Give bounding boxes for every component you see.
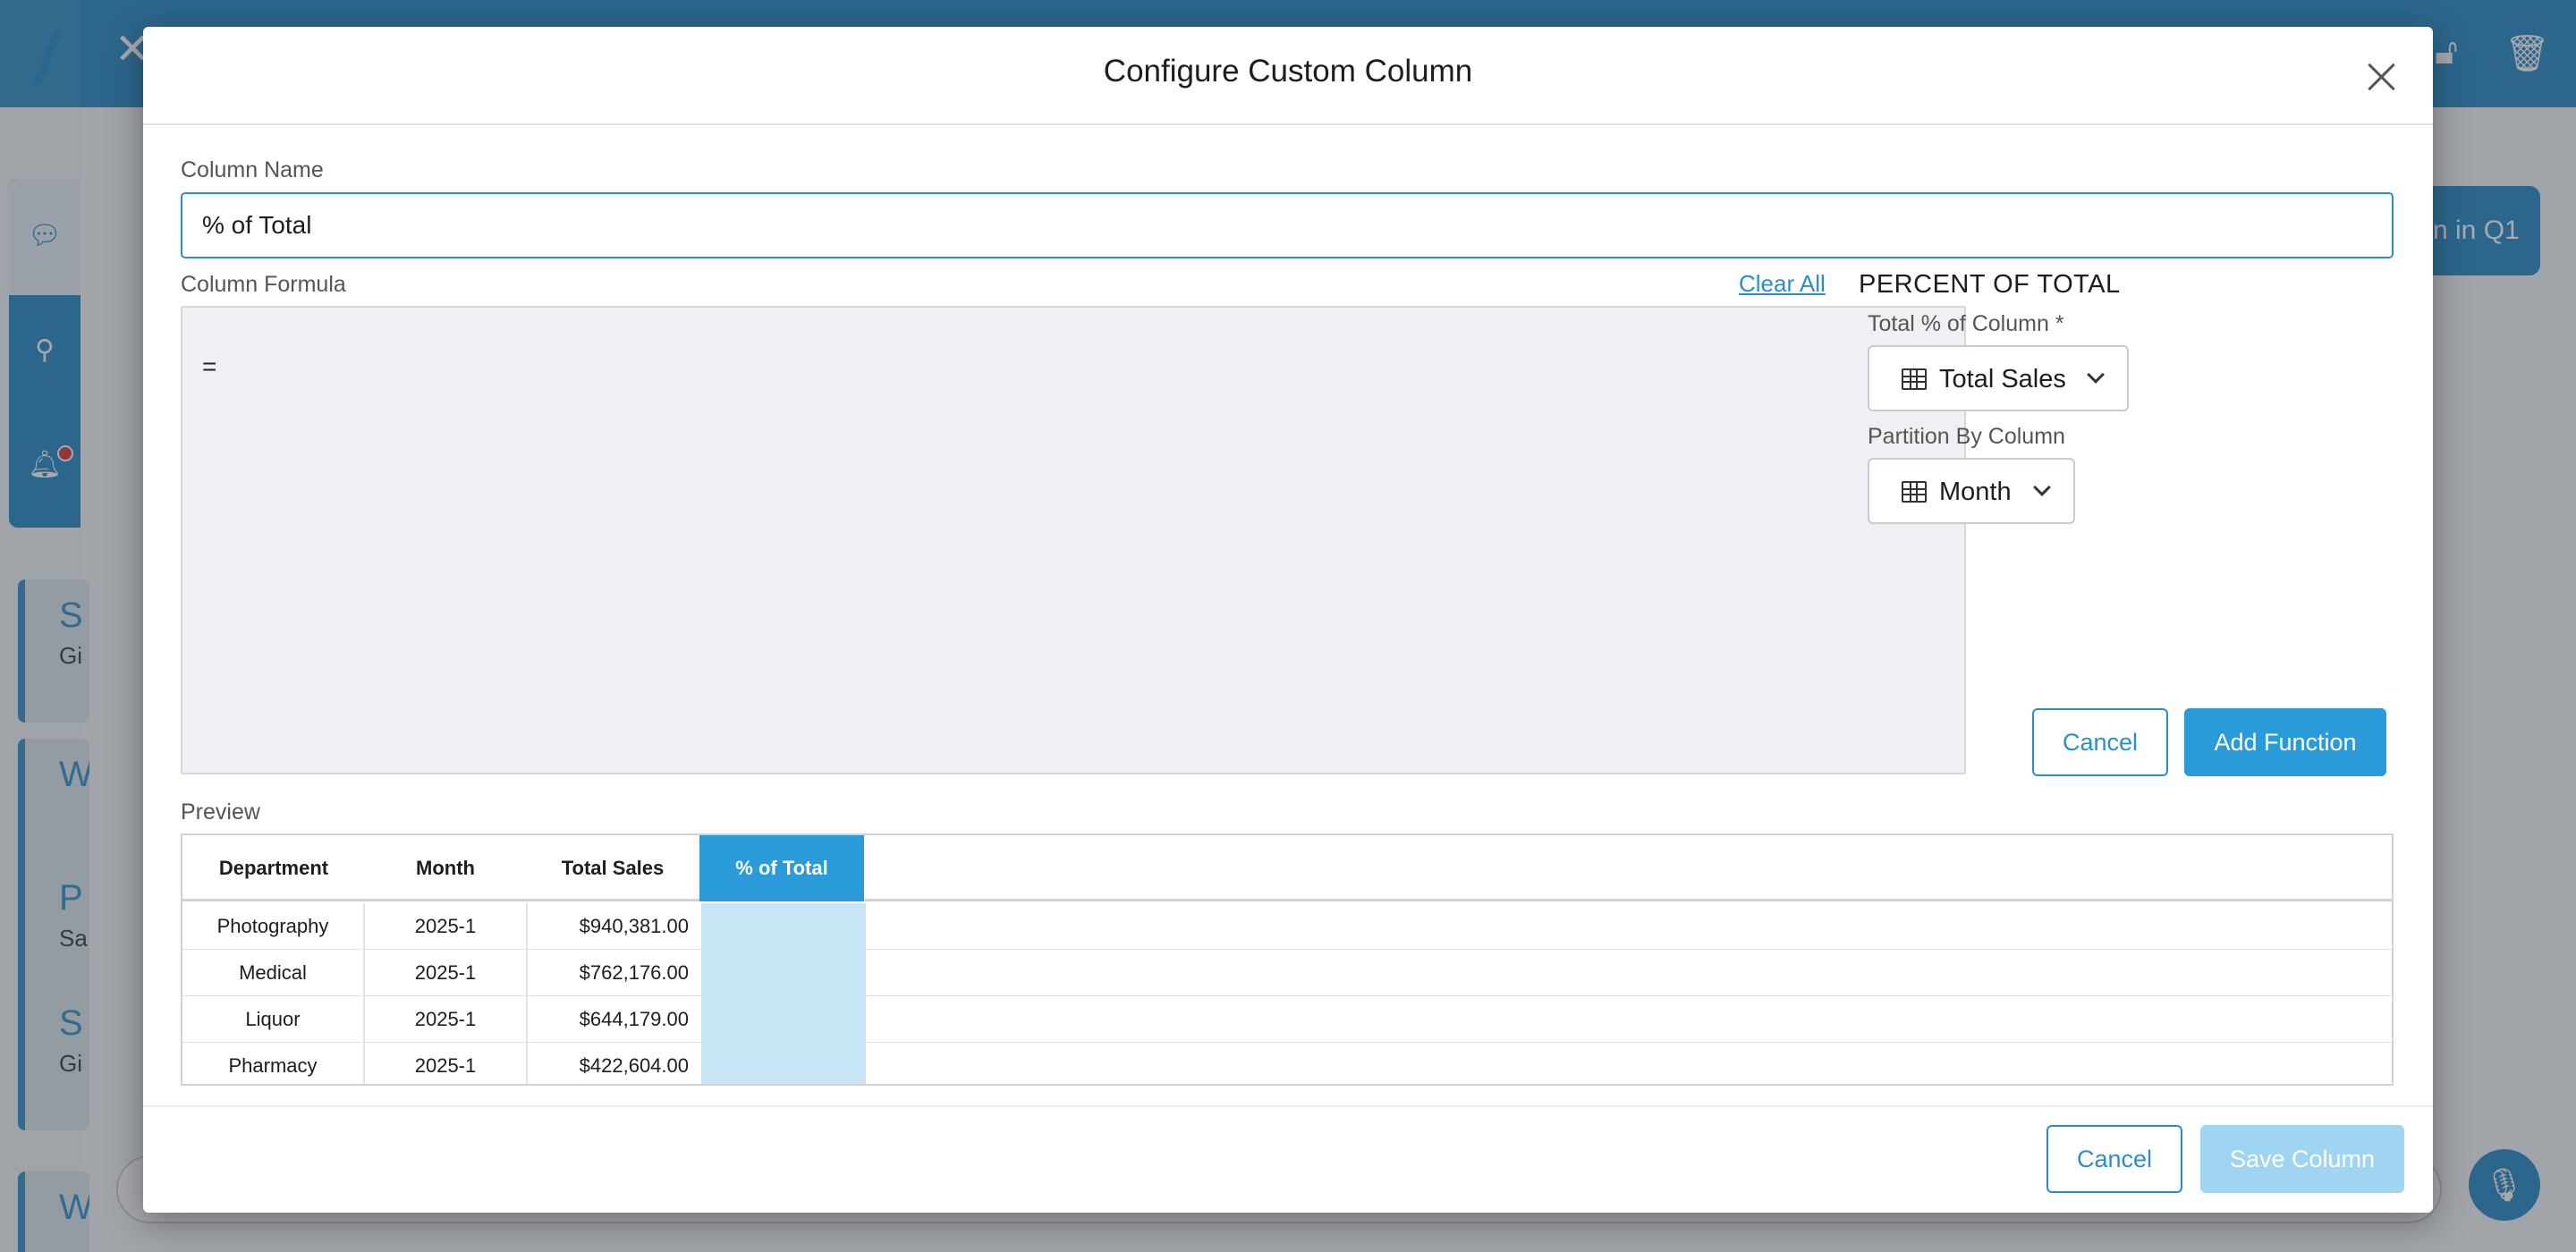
- function-cancel-button[interactable]: Cancel: [2032, 708, 2168, 776]
- cell-percent-of-total: [701, 996, 866, 1043]
- formula-text: =: [202, 352, 217, 380]
- preview-header-row: Department Month Total Sales % of Total: [182, 835, 2392, 901]
- cell-month: 2025-1: [365, 996, 528, 1043]
- table-row: Medical 2025-1 $762,176.00: [182, 950, 2392, 996]
- total-column-value: Total Sales: [1939, 365, 2066, 393]
- function-panel-title: PERCENT OF TOTAL: [1859, 270, 2121, 299]
- cell-month: 2025-1: [365, 903, 528, 950]
- configure-custom-column-modal: Configure Custom Column Column Name Colu…: [143, 27, 2433, 1213]
- save-column-button[interactable]: Save Column: [2200, 1125, 2404, 1193]
- column-header-total-sales: Total Sales: [561, 857, 665, 879]
- close-icon[interactable]: [2363, 59, 2399, 95]
- column-name-input[interactable]: [181, 192, 2394, 258]
- partition-column-label: Partition By Column: [1868, 424, 2065, 449]
- cell-percent-of-total: [701, 950, 866, 996]
- cell-percent-of-total: [701, 1043, 866, 1084]
- preview-label: Preview: [181, 799, 260, 825]
- column-header-department: Department: [218, 857, 329, 879]
- cell-total-sales: $422,604.00: [579, 1054, 689, 1077]
- modal-title: Configure Custom Column: [1103, 54, 1473, 89]
- table-row: Liquor 2025-1 $644,179.00: [182, 996, 2392, 1043]
- partition-column-value: Month: [1939, 478, 2012, 506]
- cell-total-sales: $644,179.00: [579, 1008, 689, 1030]
- column-header-percent-of-total: % of Total: [699, 835, 864, 901]
- preview-table: Department Month Total Sales % of Total …: [181, 833, 2394, 1086]
- cell-total-sales: $762,176.00: [579, 961, 689, 984]
- partition-column-dropdown[interactable]: Month: [1868, 458, 2075, 524]
- chevron-down-icon: [2087, 366, 2105, 384]
- cell-department: Medical: [182, 950, 365, 996]
- cell-percent-of-total: [701, 903, 866, 950]
- table-row: Pharmacy 2025-1 $422,604.00: [182, 1043, 2392, 1084]
- cell-department: Pharmacy: [182, 1043, 365, 1084]
- cell-month: 2025-1: [365, 950, 528, 996]
- footer-divider: [143, 1105, 2433, 1107]
- modal-header: Configure Custom Column: [143, 27, 2433, 125]
- column-formula-label: Column Formula: [181, 272, 346, 297]
- column-header-month: Month: [416, 857, 475, 879]
- table-icon: [1902, 481, 1927, 503]
- cell-department: Liquor: [182, 996, 365, 1043]
- table-row: Photography 2025-1 $940,381.00: [182, 903, 2392, 950]
- cell-department: Photography: [182, 903, 365, 950]
- column-name-label: Column Name: [181, 157, 324, 182]
- chevron-down-icon: [2033, 478, 2051, 496]
- add-function-button[interactable]: Add Function: [2184, 708, 2386, 776]
- total-column-label: Total % of Column *: [1868, 311, 2064, 336]
- cell-month: 2025-1: [365, 1043, 528, 1084]
- cell-total-sales: $940,381.00: [579, 915, 689, 937]
- total-column-dropdown[interactable]: Total Sales: [1868, 345, 2129, 411]
- cancel-button[interactable]: Cancel: [2046, 1125, 2182, 1193]
- clear-all-link[interactable]: Clear All: [1739, 270, 1826, 298]
- formula-editor[interactable]: =: [181, 306, 1966, 774]
- table-icon: [1902, 368, 1927, 390]
